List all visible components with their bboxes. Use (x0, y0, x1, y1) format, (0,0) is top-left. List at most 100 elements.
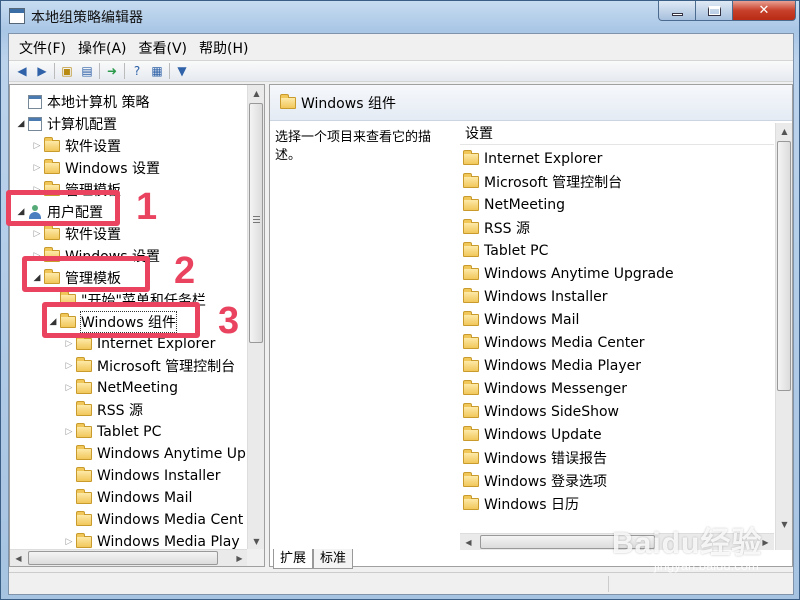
close-button[interactable]: ✕ (732, 1, 796, 21)
list-item[interactable]: RSS 源 (463, 217, 530, 239)
tree-node[interactable]: ▷ 软件设置 (30, 135, 121, 157)
tree-node-label: 软件设置 (65, 139, 121, 155)
policy-tree: 本地计算机 策略 ◢ 计算机配置 ▷ 软件设置 ▷ Windows 设置 ▷ 管理模板 ◢ 用户配置… (10, 85, 248, 550)
collapsed-arrow-icon[interactable]: ▷ (30, 141, 44, 151)
scroll-left-icon[interactable]: ◀ (10, 550, 27, 566)
export-list-icon[interactable]: ➜ (102, 62, 122, 80)
folder-icon (76, 467, 92, 482)
collapsed-arrow-icon[interactable]: ▷ (62, 537, 76, 547)
show-hide-tree-icon[interactable]: ▤ (77, 62, 97, 80)
list-item[interactable]: Windows 登录选项 (463, 470, 607, 492)
tree-node[interactable]: Windows Anytime Up (62, 443, 246, 465)
scroll-down-icon[interactable]: ▼ (248, 533, 264, 550)
toolbar-separator (124, 63, 125, 79)
list-vertical-scrollbar[interactable]: ▲ ▼ (775, 123, 792, 550)
list-item[interactable]: Windows Mail (463, 309, 579, 331)
list-item[interactable]: NetMeeting (463, 194, 565, 216)
tree-node[interactable]: RSS 源 (62, 399, 143, 421)
scroll-thumb[interactable] (28, 551, 218, 565)
scroll-up-icon[interactable]: ▲ (776, 123, 792, 140)
scroll-right-icon[interactable]: ▶ (231, 550, 248, 566)
folder-icon (76, 533, 92, 548)
collapsed-arrow-icon[interactable]: ▷ (62, 383, 76, 393)
tree-node[interactable]: ▷ 管理模板 (30, 179, 121, 201)
user-icon (28, 205, 42, 219)
collapsed-arrow-icon[interactable]: ▷ (30, 229, 44, 239)
list-item[interactable]: Microsoft 管理控制台 (463, 171, 622, 193)
menu-action[interactable]: 操作(A) (72, 36, 133, 58)
tree-node[interactable]: ◢ 管理模板 (30, 267, 121, 289)
tab-extended[interactable]: 扩展 (273, 549, 314, 569)
collapsed-arrow-icon[interactable]: ▷ (30, 251, 44, 261)
tree-node-label: Internet Explorer (97, 336, 216, 352)
forward-arrow-icon[interactable]: ▶ (32, 62, 52, 80)
collapsed-arrow-icon[interactable]: ▷ (62, 339, 76, 349)
menu-view[interactable]: 查看(V) (133, 36, 194, 58)
settings-list: 设置 Internet Explorer Microsoft 管理控制台 NetMe… (460, 123, 792, 550)
menu-file[interactable]: 文件(F) (13, 36, 72, 58)
scroll-thumb[interactable] (777, 141, 791, 391)
tree-node[interactable]: ▷ Tablet PC (62, 421, 161, 443)
tree-node[interactable]: ▷ Microsoft 管理控制台 (62, 355, 235, 377)
list-item[interactable]: Windows Installer (463, 286, 607, 308)
back-arrow-icon[interactable]: ◀ (12, 62, 32, 80)
list-item[interactable]: Windows Messenger (463, 378, 627, 400)
menu-help[interactable]: 帮助(H) (193, 36, 254, 58)
tree-node[interactable]: Windows Mail (62, 487, 192, 509)
title-bar[interactable]: 本地组策略编辑器 ✕ (1, 1, 800, 31)
list-item[interactable]: Internet Explorer (463, 148, 602, 170)
properties-icon[interactable]: ▦ (147, 62, 167, 80)
list-item[interactable]: Windows 错误报告 (463, 447, 607, 469)
expanded-arrow-icon[interactable]: ◢ (46, 317, 60, 327)
help-icon[interactable]: ? (127, 62, 147, 80)
filter-icon[interactable]: ▼ (172, 62, 192, 80)
toolbar: ◀ ▶ ▣ ▤ ➜ ? ▦ ▼ (9, 60, 793, 82)
tree-node[interactable]: Windows Installer (62, 465, 220, 487)
folder-icon (463, 403, 479, 418)
list-item[interactable]: Windows Media Player (463, 355, 641, 377)
collapsed-arrow-icon[interactable]: ▷ (30, 163, 44, 173)
scroll-thumb[interactable] (249, 103, 263, 343)
list-item[interactable]: Windows 日历 (463, 493, 579, 515)
tree-node[interactable]: 本地计算机 策略 (14, 91, 149, 113)
folder-icon (44, 181, 60, 196)
tree-node[interactable]: ◢ 用户配置 (14, 201, 103, 223)
tree-node-label: 本地计算机 策略 (47, 95, 150, 111)
list-item[interactable]: Windows Media Center (463, 332, 645, 354)
tree-node[interactable]: ▷ Windows 设置 (30, 245, 160, 267)
list-item[interactable]: Windows SideShow (463, 401, 619, 423)
tree-node-label: Windows Anytime Up (97, 446, 246, 462)
tree-node[interactable]: ▷ Internet Explorer (62, 333, 215, 355)
scroll-left-icon[interactable]: ◀ (460, 534, 477, 550)
tab-standard[interactable]: 标准 (313, 549, 354, 569)
collapsed-arrow-icon[interactable]: ▷ (62, 361, 76, 371)
expanded-arrow-icon[interactable]: ◢ (30, 273, 44, 283)
collapsed-arrow-icon[interactable]: ▷ (62, 427, 76, 437)
maximize-button[interactable] (695, 1, 733, 21)
tree-node[interactable]: ▷ 软件设置 (30, 223, 121, 245)
list-item[interactable]: Tablet PC (463, 240, 548, 262)
list-item[interactable]: Windows Update (463, 424, 602, 446)
list-item-label: Tablet PC (484, 243, 549, 259)
column-header-settings[interactable]: 设置 (460, 123, 774, 145)
tree-node[interactable]: ◢ 计算机配置 (14, 113, 117, 135)
tree-node[interactable]: ▷ Windows Media Play (62, 531, 240, 550)
expanded-arrow-icon[interactable]: ◢ (14, 207, 28, 217)
watermark-brand: Baidu经验 (612, 527, 763, 560)
menu-bar: 文件(F) 操作(A) 查看(V) 帮助(H) (9, 36, 793, 58)
folder-icon (76, 357, 92, 372)
minimize-button[interactable] (658, 1, 696, 21)
list-item[interactable]: Windows Anytime Upgrade (463, 263, 674, 285)
tree-vertical-scrollbar[interactable]: ▲ ▼ (247, 85, 264, 550)
collapsed-arrow-icon[interactable]: ▷ (30, 185, 44, 195)
tree-node[interactable]: Windows Media Cent (62, 509, 243, 531)
tree-node[interactable]: ▷ Windows 设置 (30, 157, 160, 179)
up-folder-icon[interactable]: ▣ (57, 62, 77, 80)
tree-node[interactable]: ▷ NetMeeting (62, 377, 178, 399)
expanded-arrow-icon[interactable]: ◢ (14, 119, 28, 129)
tree-horizontal-scrollbar[interactable]: ◀ ▶ (10, 549, 248, 566)
scroll-up-icon[interactable]: ▲ (248, 85, 264, 102)
list-item-label: Windows Installer (484, 289, 608, 305)
tree-node[interactable]: ◢ Windows 组件 (46, 311, 177, 333)
folder-icon (76, 445, 92, 460)
